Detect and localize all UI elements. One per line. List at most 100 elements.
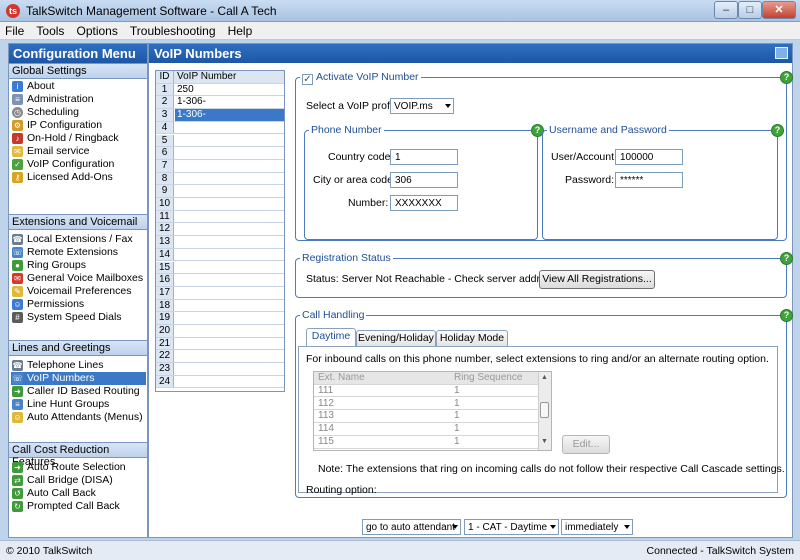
scroll-down-icon[interactable]: ▼ (541, 438, 548, 445)
help-icon[interactable]: ? (780, 71, 793, 84)
row-voip-number[interactable] (175, 287, 284, 299)
ext-table-scrollbar[interactable]: ▲ ▼ (538, 372, 551, 450)
country-code-input[interactable]: 1 (390, 149, 458, 165)
row-voip-number[interactable] (175, 198, 284, 210)
sidebar-item-voip-numbers[interactable]: ☏ VoIP Numbers (11, 372, 146, 385)
ext-table-row[interactable]: 111 1 (314, 385, 538, 398)
sidebar-item-email-service[interactable]: ✉ Email service (11, 145, 146, 158)
sidebar-item-auto-call-back[interactable]: ↺ Auto Call Back (11, 487, 146, 500)
ext-table-row[interactable]: 114 1 (314, 423, 538, 436)
row-voip-number[interactable] (175, 325, 284, 337)
table-row[interactable]: 5 (156, 134, 284, 148)
sidebar-item-prompted-call-back[interactable]: ↻ Prompted Call Back (11, 500, 146, 513)
row-voip-number[interactable] (175, 312, 284, 324)
table-row[interactable]: 11 (156, 210, 284, 224)
sidebar-item-telephone-lines[interactable]: ☎ Telephone Lines (11, 359, 146, 372)
user-account-input[interactable]: 100000 (615, 149, 683, 165)
sidebar-item-general-voice-mailboxes[interactable]: ✉ General Voice Mailboxes (11, 272, 146, 285)
menu-troubleshooting[interactable]: Troubleshooting (125, 22, 220, 38)
table-row[interactable]: 14 (156, 248, 284, 262)
row-voip-number[interactable]: 250 (175, 84, 284, 96)
row-voip-number[interactable] (175, 236, 284, 248)
table-row[interactable]: 21 (156, 337, 284, 351)
sidebar-item-caller-id-routing[interactable]: ➜ Caller ID Based Routing (11, 385, 146, 398)
table-row[interactable]: 18 (156, 299, 284, 313)
city-code-input[interactable]: 306 (390, 172, 458, 188)
sidebar-item-voicemail-preferences[interactable]: ✎ Voicemail Preferences (11, 285, 146, 298)
sidebar-item-administration[interactable]: ≡ Administration (11, 93, 146, 106)
table-row[interactable]: 7 (156, 159, 284, 173)
row-voip-number[interactable]: 1-306- (175, 96, 284, 108)
ext-table-row[interactable]: 112 1 (314, 398, 538, 411)
row-voip-number[interactable] (175, 300, 284, 312)
view-all-registrations-button[interactable]: View All Registrations... (539, 270, 655, 289)
table-row[interactable]: 16 (156, 274, 284, 287)
menu-options[interactable]: Options (71, 22, 121, 38)
row-voip-number[interactable] (175, 262, 284, 274)
help-icon[interactable]: ? (771, 124, 784, 137)
scroll-thumb[interactable] (540, 402, 549, 418)
minimize-button[interactable]: – (714, 1, 738, 19)
table-row[interactable]: 17 (156, 286, 284, 300)
sidebar-item-permissions[interactable]: ☺ Permissions (11, 298, 146, 311)
sidebar-item-line-hunt-groups[interactable]: ≡ Line Hunt Groups (11, 398, 146, 411)
sidebar-item-local-extensions[interactable]: ☎ Local Extensions / Fax (11, 233, 146, 246)
table-row[interactable]: 3 1-306- (156, 109, 284, 122)
scroll-up-icon[interactable]: ▲ (541, 374, 548, 381)
row-voip-number[interactable] (175, 363, 284, 375)
routing-target-select[interactable]: 1 - CAT - Daytime (464, 519, 559, 535)
help-icon[interactable]: ? (780, 252, 793, 265)
maximize-button[interactable]: □ (738, 1, 762, 19)
menu-tools[interactable]: Tools (31, 22, 68, 38)
table-row[interactable]: 23 (156, 363, 284, 376)
row-voip-number[interactable] (175, 211, 284, 223)
tab-holiday-mode[interactable]: Holiday Mode (436, 330, 508, 346)
number-input[interactable]: XXXXXXX (390, 195, 458, 211)
row-voip-number[interactable] (175, 223, 284, 235)
ext-table-row[interactable]: 115 1 (314, 436, 538, 449)
ext-table-row[interactable]: 113 1 (314, 410, 538, 423)
sidebar-item-ring-groups[interactable]: ● Ring Groups (11, 259, 146, 272)
row-voip-number[interactable] (175, 147, 284, 159)
close-button[interactable]: ✕ (762, 1, 796, 19)
sidebar-item-licensed-add-ons[interactable]: ⚷ Licensed Add-Ons (11, 171, 146, 184)
tab-daytime[interactable]: Daytime (306, 328, 356, 346)
table-row[interactable]: 15 (156, 261, 284, 275)
sidebar-item-auto-attendants[interactable]: ☺ Auto Attendants (Menus) (11, 411, 146, 424)
row-voip-number[interactable] (175, 338, 284, 350)
row-voip-number[interactable]: 1-306- (175, 109, 284, 121)
sidebar-item-scheduling[interactable]: ◷ Scheduling (11, 106, 146, 119)
table-row[interactable]: 9 (156, 185, 284, 198)
table-row[interactable]: 22 (156, 350, 284, 364)
row-voip-number[interactable] (175, 173, 284, 185)
routing-timing-select[interactable]: immediately (561, 519, 633, 535)
row-voip-number[interactable] (175, 135, 284, 147)
row-voip-number[interactable] (175, 350, 284, 362)
table-row[interactable]: 12 (156, 223, 284, 237)
sidebar-item-voip-configuration[interactable]: ✓ VoIP Configuration (11, 158, 146, 171)
edit-button[interactable]: Edit... (562, 435, 610, 454)
help-icon[interactable]: ? (780, 309, 793, 322)
tab-evening-holiday[interactable]: Evening/Holiday (356, 330, 436, 346)
sidebar-item-call-bridge[interactable]: ⇄ Call Bridge (DISA) (11, 474, 146, 487)
table-row[interactable]: 4 (156, 121, 284, 135)
row-voip-number[interactable] (175, 185, 284, 197)
table-row[interactable]: 6 (156, 147, 284, 160)
activate-checkbox[interactable]: ✓ (302, 74, 313, 85)
routing-option-select[interactable]: go to auto attendant (362, 519, 461, 535)
password-input[interactable]: ****** (615, 172, 683, 188)
sidebar-item-ip-configuration[interactable]: ⚙ IP Configuration (11, 119, 146, 132)
sidebar-item-about[interactable]: i About (11, 80, 146, 93)
profile-select[interactable]: VOIP.ms (390, 98, 454, 114)
menu-file[interactable]: File (0, 22, 28, 38)
row-voip-number[interactable] (175, 160, 284, 172)
row-voip-number[interactable] (175, 274, 284, 286)
sidebar-item-remote-extensions[interactable]: ☏ Remote Extensions (11, 246, 146, 259)
table-row[interactable]: 13 (156, 236, 284, 249)
sidebar-item-on-hold[interactable]: ♪ On-Hold / Ringback (11, 132, 146, 145)
table-row[interactable]: 10 (156, 198, 284, 211)
table-row[interactable]: 2 1-306- (156, 96, 284, 110)
menu-help[interactable]: Help (223, 22, 257, 38)
table-row[interactable]: 8 (156, 172, 284, 186)
row-voip-number[interactable] (175, 122, 284, 134)
